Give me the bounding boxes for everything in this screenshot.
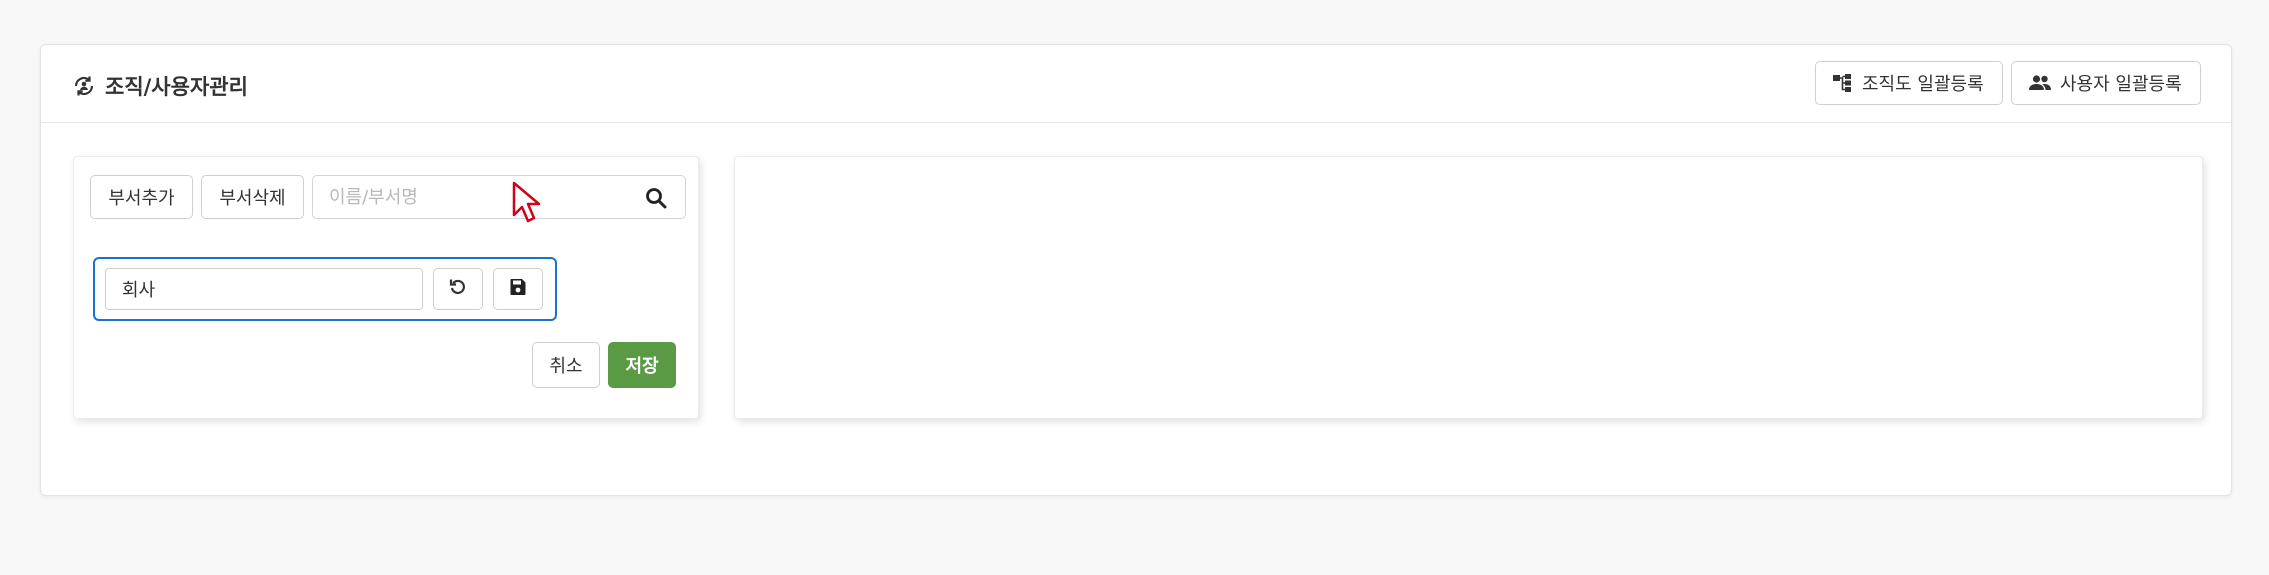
card-header: 조직/사용자관리 조직도 일괄등록 사용자 일괄등록	[41, 45, 2231, 123]
page-title-group: 조직/사용자관리	[71, 71, 248, 101]
floppy-save-icon	[509, 278, 527, 300]
org-chart-icon	[1832, 73, 1854, 93]
search-icon[interactable]	[645, 187, 667, 209]
detail-panel	[734, 156, 2203, 419]
node-name-input[interactable]	[105, 268, 423, 310]
tree-node-editor	[93, 257, 557, 321]
page-title: 조직/사용자관리	[105, 75, 248, 99]
org-user-management-card: 조직/사용자관리 조직도 일괄등록 사용자 일괄등록 부서추가 부서삭제 이름/…	[40, 44, 2232, 496]
save-node-button[interactable]	[493, 268, 543, 310]
search-field	[312, 175, 686, 219]
undo-icon	[448, 277, 468, 301]
users-icon	[2028, 74, 2052, 92]
org-chart-bulk-register-button[interactable]: 조직도 일괄등록	[1815, 61, 2003, 105]
cancel-button[interactable]: 취소	[532, 342, 600, 388]
org-refresh-icon	[71, 73, 97, 99]
search-input[interactable]	[313, 176, 633, 218]
user-bulk-register-label: 사용자 일괄등록	[2060, 74, 2182, 95]
add-department-button[interactable]: 부서추가	[90, 175, 193, 219]
org-tree-panel: 부서추가 부서삭제 이름/부서명 회사 취소 저장	[73, 156, 699, 419]
org-chart-bulk-register-label: 조직도 일괄등록	[1862, 74, 1984, 95]
user-bulk-register-button[interactable]: 사용자 일괄등록	[2011, 61, 2201, 105]
save-button[interactable]: 저장	[608, 342, 676, 388]
undo-button[interactable]	[433, 268, 483, 310]
delete-department-button[interactable]: 부서삭제	[201, 175, 304, 219]
